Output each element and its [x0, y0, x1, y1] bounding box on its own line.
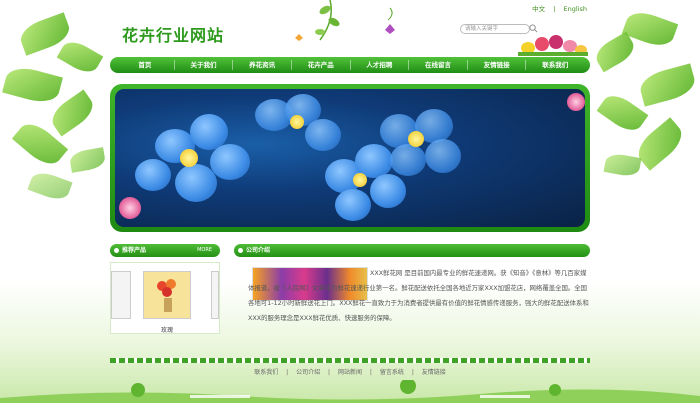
- left-leaf-decoration: [0, 0, 115, 250]
- product-card-partial[interactable]: [111, 271, 131, 319]
- nav-item-news[interactable]: 养花资讯: [233, 60, 292, 70]
- about-heading: 公司介绍: [246, 247, 271, 254]
- footer-separator: |: [411, 369, 414, 376]
- product-card[interactable]: [143, 271, 191, 319]
- page-container: 中文 | English 花卉行业网站 请输入关键字 首页 关于我们 养花资讯 …: [110, 0, 590, 403]
- nav-item-message[interactable]: 在线留言: [409, 60, 468, 70]
- about-section-header: 公司介绍: [234, 244, 590, 257]
- footer-link-about[interactable]: 公司介绍: [296, 369, 320, 376]
- nav-item-about[interactable]: 关于我们: [175, 60, 234, 70]
- footer-separator: |: [328, 369, 331, 376]
- tulip-bouquet-image: [518, 35, 588, 56]
- grass-hill-decoration: [0, 380, 700, 403]
- hero-banner-frame: [110, 84, 590, 232]
- product-card-partial[interactable]: [211, 271, 219, 319]
- hero-banner-image: [115, 89, 585, 227]
- nav-item-links[interactable]: 友情链接: [468, 60, 527, 70]
- nav-item-home[interactable]: 首页: [116, 60, 175, 70]
- nav-item-products[interactable]: 花卉产品: [292, 60, 351, 70]
- lang-english-link[interactable]: English: [564, 5, 587, 13]
- product-caption[interactable]: 玫瑰: [137, 325, 197, 334]
- about-text: XXX鲜花网 是目前国内最专业的鲜花速递网。获《知音》《意林》等几百家媒体报道，…: [248, 269, 589, 322]
- products-heading: 推荐产品: [122, 247, 147, 254]
- nav-item-contact[interactable]: 联系我们: [526, 60, 584, 70]
- product-image: [144, 272, 190, 318]
- footer-link-message[interactable]: 留言系统: [380, 369, 404, 376]
- vine-decoration: [295, 0, 395, 41]
- language-links: 中文 | English: [529, 3, 590, 13]
- lang-separator: |: [553, 5, 556, 13]
- footer-separator: |: [369, 369, 372, 376]
- site-logo[interactable]: 花卉行业网站: [122, 22, 224, 46]
- footer-divider: [110, 358, 590, 363]
- footer-separator: |: [286, 369, 289, 376]
- main-navigation: 首页 关于我们 养花资讯 花卉产品 人才招聘 在线留言 友情链接 联系我们: [110, 57, 590, 73]
- products-more-link[interactable]: MORE: [197, 244, 212, 257]
- products-section-header: 推荐产品 MORE: [110, 244, 220, 257]
- nav-item-jobs[interactable]: 人才招聘: [351, 60, 410, 70]
- right-leaf-decoration: [585, 0, 700, 250]
- footer-link-contact[interactable]: 联系我们: [254, 369, 278, 376]
- products-carousel: 玫瑰: [110, 262, 220, 334]
- footer-links: 联系我们 | 公司介绍 | 网站新闻 | 留言系统 | 友情链接: [110, 367, 590, 376]
- footer-link-friends[interactable]: 友情链接: [422, 369, 446, 376]
- footer-link-news[interactable]: 网站新闻: [338, 369, 362, 376]
- lang-chinese-link[interactable]: 中文: [532, 5, 545, 13]
